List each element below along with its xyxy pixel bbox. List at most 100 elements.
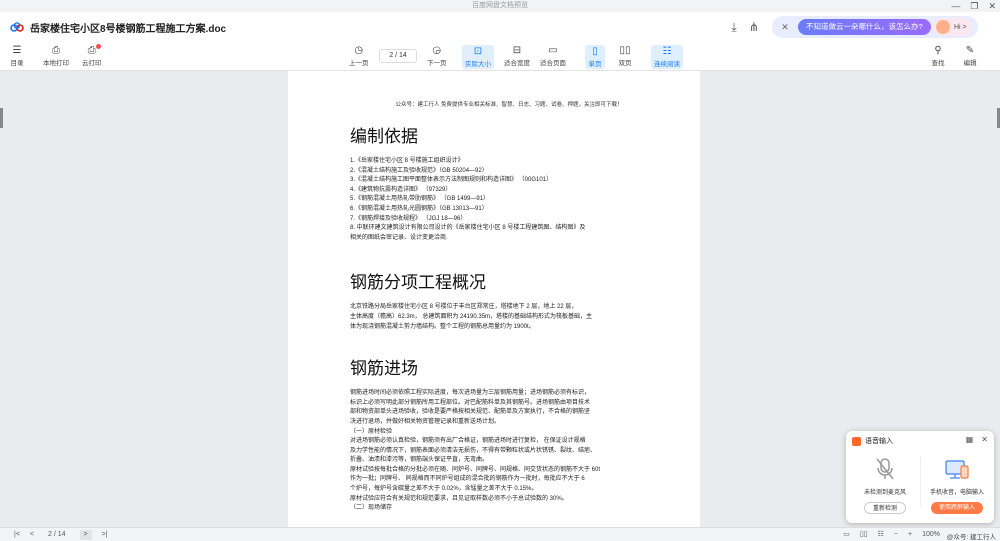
actual-size-icon: ⊡ — [473, 46, 483, 57]
list-item: 相关的图纸会审记录、设计变更洽商. — [350, 234, 448, 241]
ai-prompt[interactable]: 不知道做云一朵哪什么，该怎么办? — [798, 19, 931, 35]
continuous-read-icon: ☷ — [662, 46, 672, 57]
ai-assistant-banner[interactable]: ✕ 不知道做云一朵哪什么，该怎么办? Hi > — [772, 16, 978, 38]
cross-screen-button[interactable]: 使用跨屏输入 — [930, 502, 983, 514]
phone-computer-icon — [945, 460, 969, 479]
last-page-button[interactable]: >| — [102, 529, 108, 541]
voice-input-controls: ▦ ✕ — [966, 435, 988, 444]
continuous-read-button[interactable]: ☷ 连续阅读 — [651, 45, 683, 69]
ai-avatar[interactable]: Hi > — [934, 18, 972, 36]
paragraph-line: 作为一批；同牌号、 同规格而不同炉号组成的混合批的钢筋作为一批时，每批应不大于 … — [350, 476, 585, 483]
paragraph-line: 决进行退场，并做好相关物资管理记录和重新送场计划。 — [350, 418, 501, 425]
fit-width-icon: ⊟ — [512, 45, 522, 56]
cross-screen-panel: 手机收音，电脑输入 使用跨屏输入 — [922, 455, 992, 514]
double-page-icon: ▯▯ — [619, 45, 631, 56]
arrow-down-circle-icon: ◶ — [432, 45, 442, 56]
section-heading: 钢筋进场 — [350, 359, 418, 380]
status-page-indicator[interactable]: 2 / 14 — [44, 529, 70, 541]
close-icon[interactable]: ✕ — [778, 20, 792, 34]
paragraph-line: 原材试验应符合有关规范和规范要求，且见证取样数必须不小于总试验数的 30%。 — [350, 495, 568, 502]
file-name: 岳家楼住宅小区8号楼钢筋工程施工方案.doc — [30, 23, 227, 35]
fit-width-button[interactable]: ⊟ 适合宽度 — [504, 45, 530, 67]
toc-button[interactable]: ☰ 目录 — [10, 45, 24, 67]
redetect-button[interactable]: 重新检测 — [863, 502, 906, 514]
fit-page-button[interactable]: ▭ 适合页面 — [540, 45, 566, 67]
list-item: 3.《混凝土结构施工图平面整体表示方法制图规则和构造详图》 （00G101） — [350, 177, 553, 184]
watermark: @众号: 建工行人 — [946, 534, 996, 541]
view-mode-icon[interactable]: ▭ — [843, 529, 850, 541]
zoom-out-icon[interactable]: − — [894, 529, 898, 541]
page-number-input[interactable]: 2 / 14 — [379, 49, 417, 63]
notification-dot — [95, 44, 101, 49]
search-icon: ⚲ — [934, 45, 942, 56]
local-print-button[interactable]: ⎙ 本地打印 — [43, 45, 69, 67]
list-icon: ☰ — [12, 45, 22, 56]
mic-panel: 未检测到麦克风 重新检测 — [850, 455, 920, 514]
paragraph-line: 对进场钢筋必须认真检验，钢筋须有出厂合格证，钢筋进场时进行复检， 在保证设计规格 — [350, 438, 586, 445]
arrow-up-circle-icon: ◷ — [354, 45, 364, 56]
section-heading: 钢筋分项工程概况 — [350, 273, 486, 294]
prev-page-small-button[interactable]: < — [30, 529, 34, 541]
pencil-icon: ✎ — [965, 45, 975, 56]
close-icon[interactable]: ✕ — [981, 435, 988, 444]
ai-hi-label: Hi > — [954, 23, 967, 31]
list-item: 6.《钢筋混凝土用热轧光圆钢筋》（GB 13013—91） — [350, 205, 488, 212]
edit-button[interactable]: ✎ 编辑 — [963, 45, 977, 67]
avatar-icon — [936, 20, 950, 34]
find-button[interactable]: ⚲ 查找 — [931, 45, 945, 67]
close-icon[interactable]: ✕ — [988, 0, 996, 12]
paragraph-line: 及力学性能的情况下，钢筋表面必须清洁无损伤，不得有带颗粒状或片状锈锈、裂纹、结疤… — [350, 447, 597, 454]
voice-input-popup: 语音输入 ▦ ✕ 未检测到麦克风 重新检测 手机收音，电脑输入 使用跨屏输入 — [846, 431, 994, 523]
cross-screen-label: 手机收音，电脑输入 — [929, 490, 984, 496]
prev-page-button[interactable]: ◷ 上一页 — [349, 45, 369, 67]
paragraph-line: 北京铁路分局岳家楼住宅小区 8 号楼位于丰台区郑常庄，塔楼地下 2 层，地上 2… — [350, 304, 578, 311]
restore-icon[interactable]: ❐ — [970, 0, 978, 12]
window-controls: — ❐ ✕ — [951, 0, 996, 12]
window-titlebar: 百度网盘文档预览 — ❐ ✕ — [0, 0, 1000, 12]
list-item: 1.《岳家楼住宅小区 8 号楼施工组织设计》 — [350, 158, 464, 164]
paragraph-line: 体为现浇钢筋混凝土剪力墙结构。整个工程的钢筋总用量约为 1900t。 — [350, 323, 535, 330]
list-item: 8. 中联环建文建筑设计有限公司设计的《岳家楼住宅小区 8 号楼工程建筑图、结构… — [350, 225, 586, 232]
zoom-level[interactable]: 100% — [922, 529, 940, 541]
printer-icon: ⎙ — [52, 45, 60, 56]
file-header: 岳家楼住宅小区8号楼钢筋工程施工方案.doc ⤓ ⋔ ✕ 不知道做云一朵哪什么，… — [0, 12, 1000, 42]
page-navigator: |< < 2 / 14 > >| — [14, 529, 107, 541]
divider — [920, 457, 921, 507]
voice-input-header: 语音输入 — [852, 436, 893, 446]
download-icon[interactable]: ⤓ — [726, 19, 742, 35]
section-heading: 编制依据 — [350, 127, 418, 147]
next-page-button[interactable]: ◶ 下一页 — [427, 45, 447, 67]
baidu-cloud-icon — [10, 22, 24, 32]
paragraph-line: 个炉号，每炉号含碳量之差不大于 0.02%，含锰量之差不大于 0.15%。 — [350, 486, 538, 493]
document-page: 公众号：建工行人 免费提供专业相关标准、智慧、日志、习题、试卷、押题，关注即可下… — [288, 71, 700, 527]
share-icon[interactable]: ⋔ — [746, 19, 762, 35]
list-item: 4.《建筑物抗震构造详图》 （97329） — [350, 186, 452, 193]
actual-size-button[interactable]: ⊡ 实际大小 — [462, 45, 494, 69]
list-item: 2.《混凝土结构施工及验收规范》（GB 50204—92） — [350, 167, 488, 174]
left-scroll-handle[interactable] — [0, 108, 3, 128]
paragraph-line: 钢筋进场时间必须依照工程实际进度，每次进场量为三层钢筋用量；进场钢筋必须有标识， — [350, 390, 591, 397]
muted-microphone-icon — [876, 458, 894, 480]
first-page-button[interactable]: |< — [14, 529, 20, 541]
minimize-icon[interactable]: — — [951, 0, 960, 12]
fit-page-icon: ▭ — [548, 45, 558, 56]
paragraph-line: （一）原材检验 — [350, 428, 393, 435]
double-page-button[interactable]: ▯▯ 双页 — [618, 45, 632, 67]
paragraph-line: （二）现场储存 — [350, 505, 393, 512]
zoom-in-icon[interactable]: + — [908, 529, 912, 541]
paragraph-line: 主体高度（檐高）62.3m， 总建筑面积为 24190.35m，塔楼的基础结构形… — [350, 313, 593, 320]
grid-icon[interactable]: ▦ — [966, 435, 974, 444]
voice-input-title: 语音输入 — [865, 438, 893, 445]
view-mode-icon[interactable]: ▯▯ — [860, 529, 868, 541]
next-page-small-button[interactable]: > — [79, 530, 92, 540]
mic-status-label: 未检测到麦克风 — [863, 490, 906, 496]
view-mode-icon[interactable]: ☷ — [878, 529, 884, 541]
paragraph-line: 标识上必须写明此部分钢筋所用工程部位。对巴配筋料单及其钢筋号。进场钢筋由项目技术 — [350, 399, 591, 406]
paragraph-line: 部和物资部单头进场验收，验收是要严格按相关规范、配筋单及方案执行，不合格的钢筋坚 — [350, 409, 591, 416]
sogou-logo-icon — [852, 436, 861, 446]
paragraph-line: 折叠、油渍和漆污等，钢筋端头保证平直，无弯曲。 — [350, 457, 489, 464]
paragraph-line: 原材试验按每批合格的分批必须在随、同炉号、同牌号、同规格、同交货状态的钢筋不大于… — [350, 466, 601, 473]
cloud-print-button[interactable]: ⎙ 云打印 — [82, 44, 102, 67]
single-page-button[interactable]: ▯ 单页 — [585, 45, 605, 69]
single-page-icon: ▯ — [592, 46, 598, 57]
